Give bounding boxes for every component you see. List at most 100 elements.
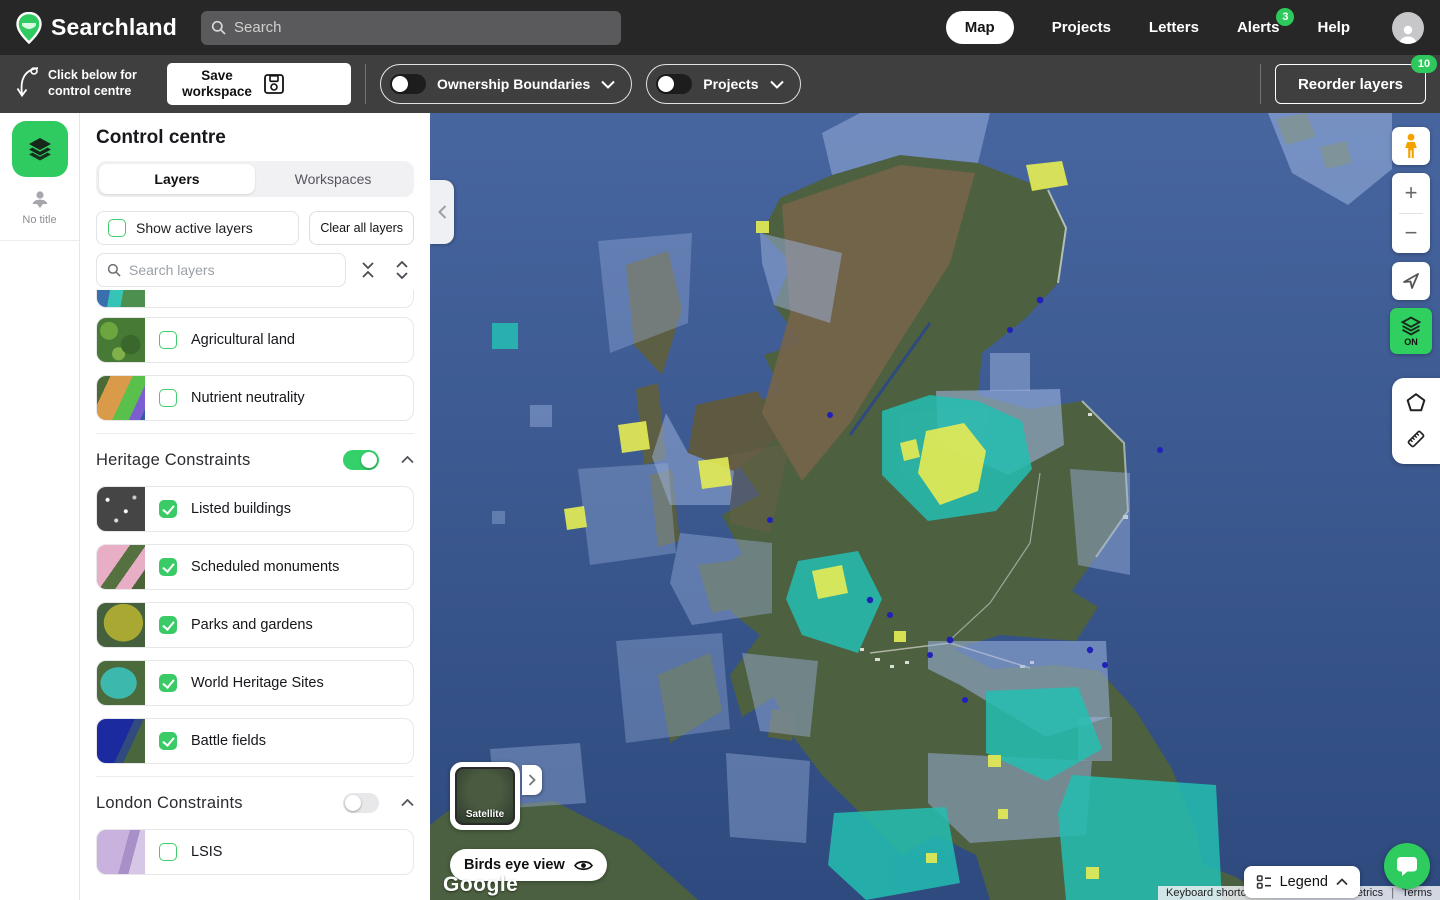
reorder-layers-label: Reorder layers <box>1298 76 1403 93</box>
search-icon <box>107 263 121 277</box>
hint-text: Click below forcontrol centre <box>48 68 153 99</box>
layer-thumbnail <box>97 486 145 532</box>
layer-label: Parks and gardens <box>191 617 313 633</box>
chevron-down-icon <box>601 80 615 89</box>
layers-panel-button[interactable] <box>12 121 68 177</box>
layer-item-listed-buildings[interactable]: Listed buildings <box>96 486 414 532</box>
tab-workspaces[interactable]: Workspaces <box>255 164 411 194</box>
navbar-links: Map Projects Letters Alerts 3 Help <box>946 11 1424 44</box>
draw-polygon-icon[interactable] <box>1405 392 1427 414</box>
ownership-boundaries-label: Ownership Boundaries <box>437 76 590 92</box>
heritage-constraints-toggle[interactable] <box>343 450 379 470</box>
layer-item-parks-and-gardens[interactable]: Parks and gardens <box>96 602 414 648</box>
zoom-out-button[interactable]: − <box>1392 213 1430 253</box>
measure-ruler-icon[interactable] <box>1405 428 1427 450</box>
show-active-layers-checkbox[interactable] <box>108 219 126 237</box>
ownership-boundaries-toggle[interactable] <box>390 74 426 94</box>
layer-item-agricultural-land[interactable]: Agricultural land <box>96 317 414 363</box>
toolbar-divider <box>365 64 366 104</box>
chat-support-button[interactable] <box>1384 843 1430 889</box>
map-layers-on-button[interactable]: ON <box>1390 308 1432 354</box>
map-canvas[interactable] <box>430 113 1440 900</box>
layer-checkbox[interactable] <box>159 389 177 407</box>
layer-label: Battle fields <box>191 733 266 749</box>
person-pin-icon <box>29 189 51 211</box>
avatar[interactable] <box>1392 12 1424 44</box>
reorder-count-badge: 10 <box>1411 55 1437 73</box>
layer-thumbnail <box>97 829 145 875</box>
zoom-controls: + − <box>1392 173 1430 253</box>
layer-label: Nutrient neutrality <box>191 390 305 406</box>
section-london-constraints: London Constraints <box>96 793 414 813</box>
london-constraints-toggle[interactable] <box>343 793 379 813</box>
map-toolbar: Click below forcontrol centre Save works… <box>0 55 1440 113</box>
panel-collapse-handle[interactable] <box>430 180 454 244</box>
save-workspace-label: Save workspace <box>179 68 255 100</box>
workspace-label: No title <box>22 214 56 226</box>
global-search[interactable] <box>201 11 621 45</box>
curved-arrow-icon <box>14 64 40 104</box>
brand-name: Searchland <box>51 14 177 41</box>
legend-list-icon <box>1256 874 1272 890</box>
expand-all-icon[interactable] <box>390 253 414 287</box>
mini-sidebar: No title <box>0 113 80 900</box>
map-type-expand-chevron[interactable] <box>522 765 542 795</box>
layer-checkbox[interactable] <box>159 558 177 576</box>
layer-checkbox[interactable] <box>159 843 177 861</box>
workspace-no-title[interactable]: No title <box>0 189 79 241</box>
eye-icon <box>574 859 593 872</box>
save-workspace-button[interactable]: Save workspace <box>167 63 351 105</box>
layer-item-battle-fields[interactable]: Battle fields <box>96 718 414 764</box>
locate-navigate-button[interactable] <box>1392 262 1430 300</box>
layer-checkbox[interactable] <box>159 500 177 518</box>
search-input[interactable] <box>234 19 611 36</box>
nav-item-alerts[interactable]: Alerts 3 <box>1237 19 1280 36</box>
projects-pill[interactable]: Projects <box>646 64 800 104</box>
map-viewport[interactable]: + − ON Satellite <box>430 113 1440 900</box>
collapse-all-icon[interactable] <box>356 253 380 287</box>
map-type-control[interactable]: Satellite <box>450 762 520 830</box>
chevron-up-icon[interactable] <box>401 799 414 807</box>
chat-bubble-icon <box>1395 855 1419 877</box>
layer-item-lsis[interactable]: LSIS <box>96 829 414 875</box>
projects-toggle[interactable] <box>656 74 692 94</box>
ownership-boundaries-pill[interactable]: Ownership Boundaries <box>380 64 632 104</box>
layer-label: Scheduled monuments <box>191 559 339 575</box>
layer-item-world-heritage-sites[interactable]: World Heritage Sites <box>96 660 414 706</box>
section-divider <box>96 776 414 777</box>
satellite-thumbnail: Satellite <box>455 767 515 825</box>
layer-checkbox[interactable] <box>159 732 177 750</box>
layers-on-label: ON <box>1404 337 1418 347</box>
layer-checkbox[interactable] <box>159 674 177 692</box>
draw-measure-tools <box>1392 378 1440 464</box>
clear-all-layers-button[interactable]: Clear all layers <box>309 211 414 245</box>
chevron-up-icon <box>1336 878 1348 886</box>
layer-checkbox[interactable] <box>159 616 177 634</box>
tab-layers[interactable]: Layers <box>99 164 255 194</box>
chevron-up-icon[interactable] <box>401 456 414 464</box>
section-divider <box>96 433 414 434</box>
layer-search[interactable] <box>96 253 346 287</box>
searchland-pin-logo-icon <box>16 12 42 44</box>
layer-thumbnail <box>97 660 145 706</box>
reorder-layers-button[interactable]: Reorder layers 10 <box>1275 64 1426 104</box>
layer-checkbox[interactable] <box>159 331 177 349</box>
pegman-streetview-button[interactable] <box>1392 127 1430 165</box>
show-active-layers-control[interactable]: Show active layers <box>96 211 299 245</box>
section-title: London Constraints <box>96 794 243 813</box>
layer-item-nutrient-neutrality[interactable]: Nutrient neutrality <box>96 375 414 421</box>
nav-item-map[interactable]: Map <box>946 11 1014 44</box>
layer-list[interactable]: Agricultural land Nutrient neutrality He… <box>96 290 414 900</box>
zoom-in-button[interactable]: + <box>1392 173 1430 213</box>
nav-item-help[interactable]: Help <box>1317 19 1350 36</box>
nav-item-projects[interactable]: Projects <box>1052 19 1111 36</box>
layer-item-scheduled-monuments[interactable]: Scheduled monuments <box>96 544 414 590</box>
nav-item-letters[interactable]: Letters <box>1149 19 1199 36</box>
projects-pill-label: Projects <box>703 76 758 92</box>
legend-button[interactable]: Legend <box>1244 866 1360 898</box>
layer-label: Agricultural land <box>191 332 295 348</box>
brand[interactable]: Searchland <box>16 12 177 44</box>
layer-label: World Heritage Sites <box>191 675 324 691</box>
layer-search-input[interactable] <box>129 262 335 278</box>
layer-thumbnail <box>97 544 145 590</box>
